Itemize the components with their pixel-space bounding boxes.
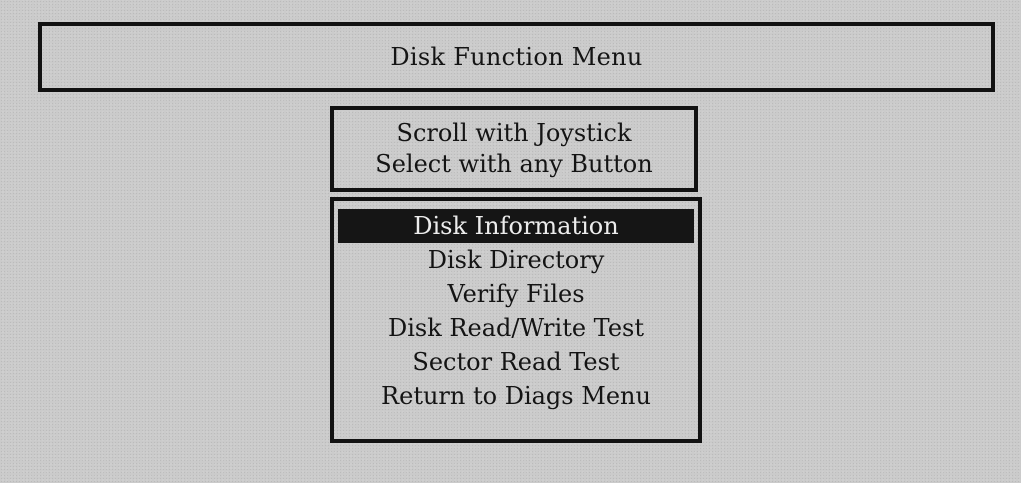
instruction-scroll: Scroll with Joystick (396, 119, 632, 147)
menu-list: Disk Information Disk Directory Verify F… (334, 209, 698, 413)
page-title: Disk Function Menu (390, 43, 643, 71)
menu-panel: Disk Information Disk Directory Verify F… (330, 197, 702, 443)
menu-item-disk-directory[interactable]: Disk Directory (338, 243, 694, 277)
menu-item-disk-information[interactable]: Disk Information (338, 209, 694, 243)
menu-item-verify-files[interactable]: Verify Files (338, 277, 694, 311)
instruction-select: Select with any Button (375, 150, 653, 178)
menu-item-return-to-diags-menu[interactable]: Return to Diags Menu (338, 379, 694, 413)
title-panel: Disk Function Menu (38, 22, 995, 92)
instructions-panel: Scroll with Joystick Select with any But… (330, 106, 698, 192)
disk-function-screen: Disk Function Menu Scroll with Joystick … (0, 0, 1021, 483)
menu-item-disk-read-write-test[interactable]: Disk Read/Write Test (338, 311, 694, 345)
menu-item-sector-read-test[interactable]: Sector Read Test (338, 345, 694, 379)
